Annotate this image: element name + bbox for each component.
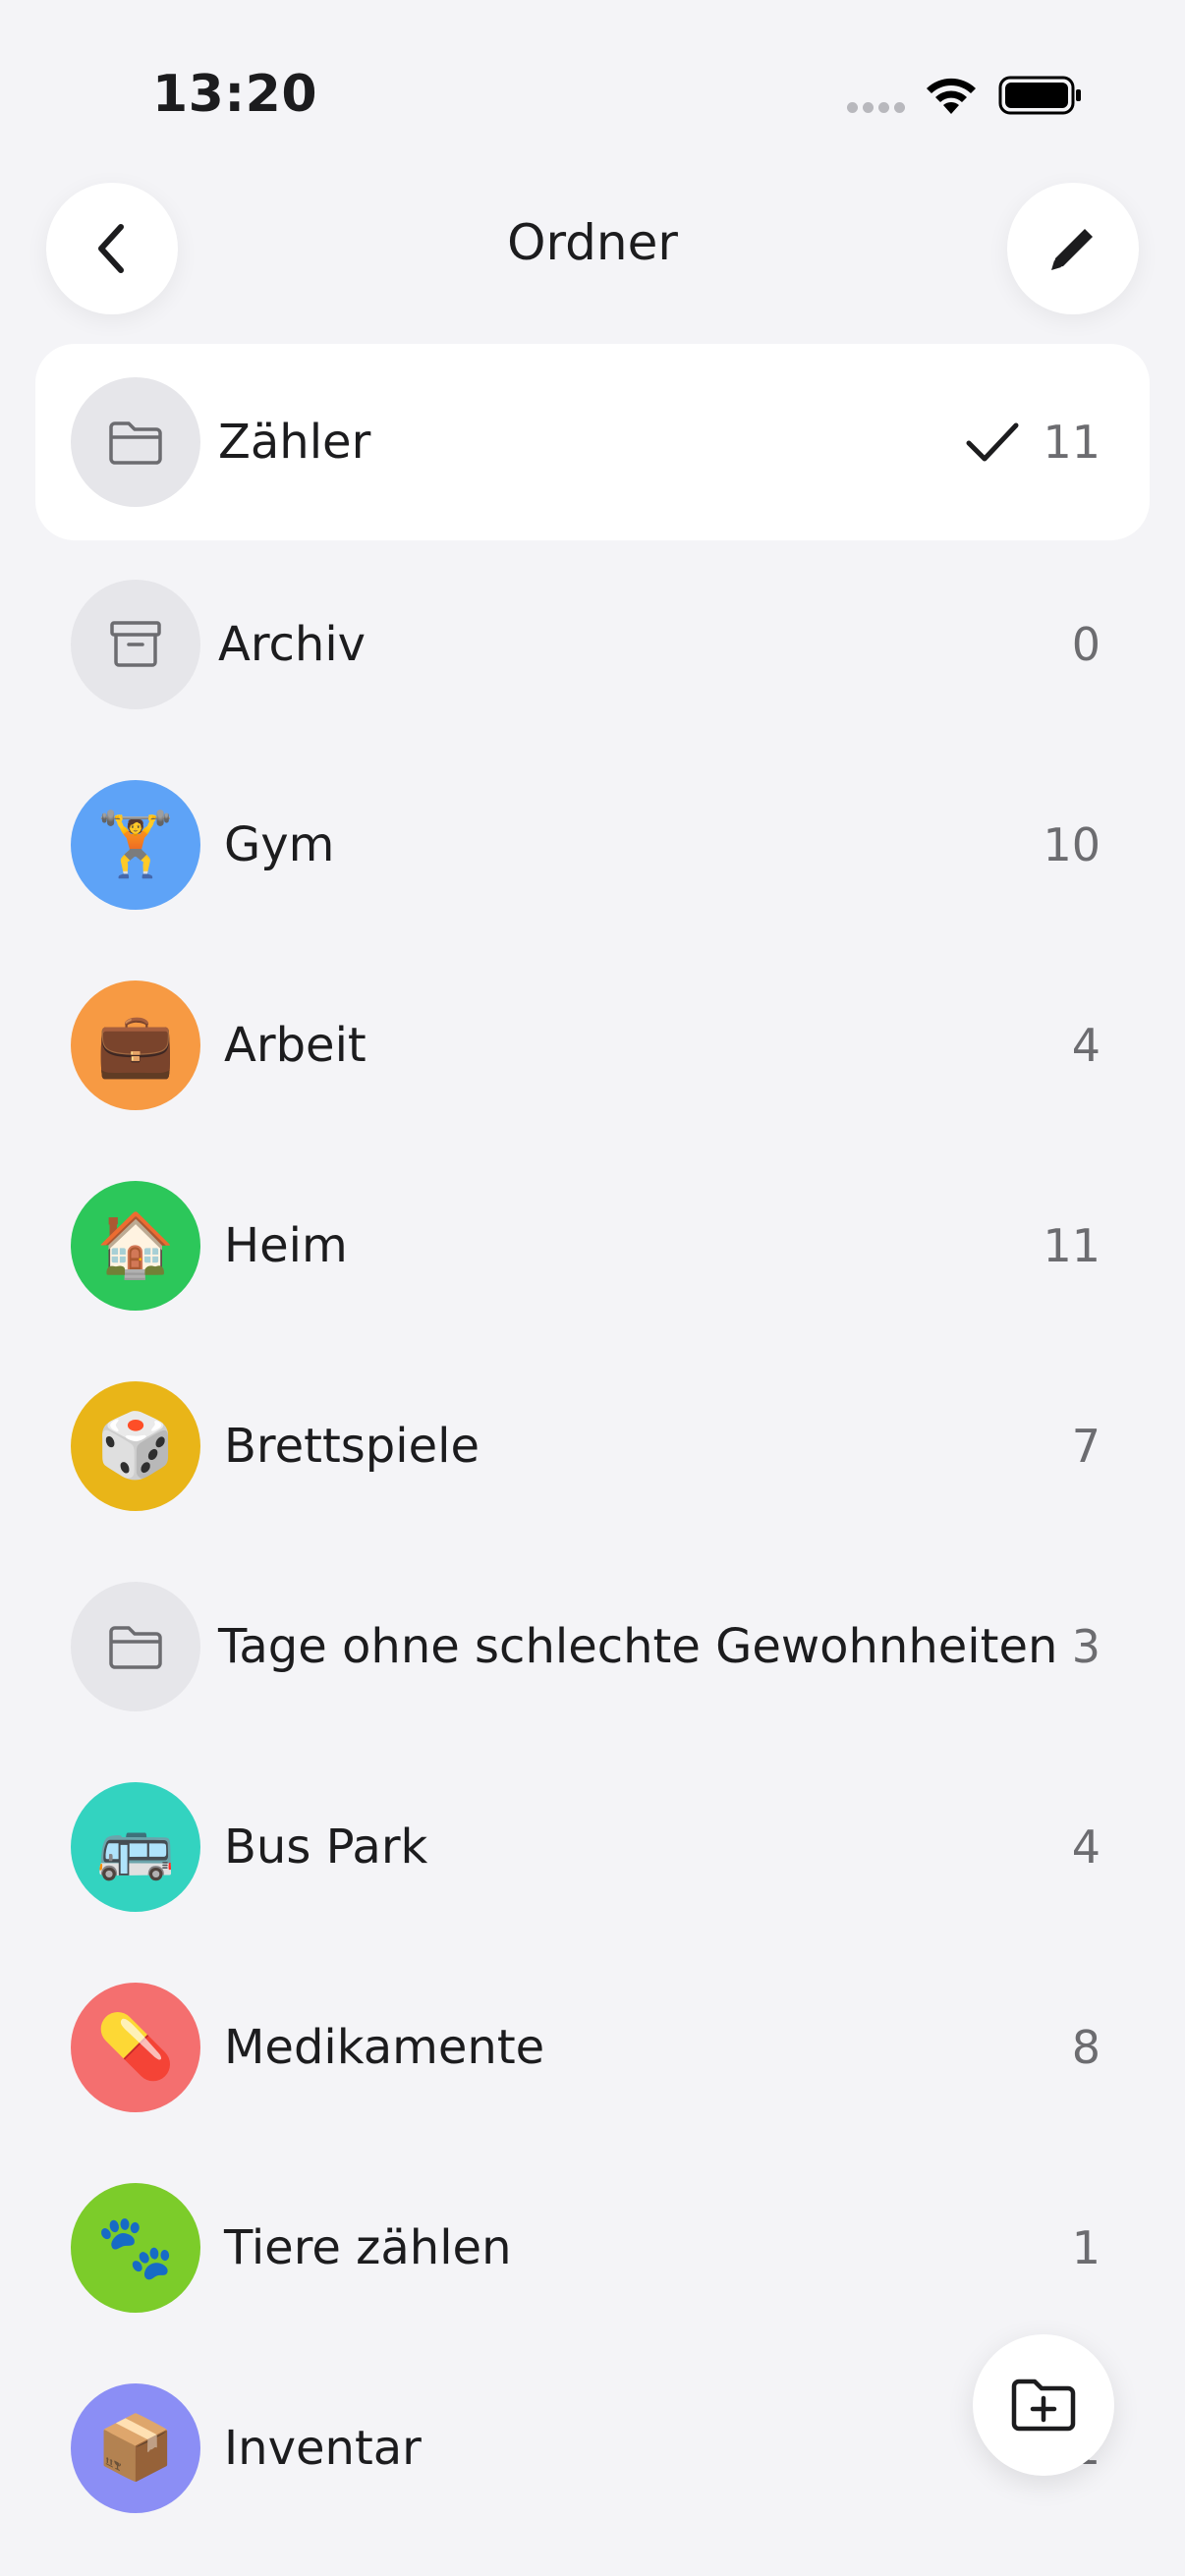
- status-bar: 13:20: [0, 0, 1185, 187]
- status-time: 13:20: [152, 65, 318, 124]
- folder-row-zaehler[interactable]: Zähler 11: [35, 344, 1150, 540]
- folder-count: 11: [1043, 416, 1100, 469]
- folder-count: 1: [1071, 2221, 1100, 2274]
- folder-row-arbeit[interactable]: 💼 Arbeit 4: [35, 945, 1150, 1146]
- archive-icon: [110, 621, 161, 667]
- folder-icon: [109, 421, 162, 465]
- folder-avatar: [71, 580, 200, 709]
- folder-plus-icon: [1011, 2379, 1076, 2432]
- battery-icon: [998, 76, 1081, 115]
- folder-row-gym[interactable]: 🏋️ Gym 10: [35, 745, 1150, 945]
- folder-count: 4: [1071, 1019, 1100, 1072]
- folder-name: Archiv: [218, 617, 367, 672]
- folder-row-bus-park[interactable]: 🚌 Bus Park 4: [35, 1747, 1150, 1947]
- folder-name: Tage ohne schlechte Gewohnheiten: [218, 1619, 1058, 1674]
- folder-avatar: [71, 1582, 200, 1711]
- folder-name: Medikamente: [224, 2020, 545, 2075]
- folder-row-heim[interactable]: 🏠 Heim 11: [35, 1146, 1150, 1346]
- folder-row-medikamente[interactable]: 💊 Medikamente 8: [35, 1947, 1150, 2148]
- paw-prints-icon: 🐾: [71, 2183, 200, 2313]
- folder-name: Zähler: [218, 415, 371, 470]
- folder-name: Inventar: [224, 2421, 422, 2476]
- folder-count: 11: [1043, 1219, 1100, 1272]
- folder-name: Heim: [224, 1218, 348, 1273]
- folder-name: Gym: [224, 817, 335, 872]
- weightlifter-icon: 🏋️: [71, 780, 200, 910]
- folder-name: Brettspiele: [224, 1419, 480, 1474]
- folder-name: Tiere zählen: [224, 2220, 512, 2275]
- briefcase-icon: 💼: [71, 980, 200, 1110]
- bus-icon: 🚌: [71, 1782, 200, 1912]
- add-folder-button[interactable]: [973, 2334, 1114, 2476]
- folder-avatar: [71, 377, 200, 507]
- package-icon: 📦: [71, 2383, 200, 2513]
- folder-name: Bus Park: [224, 1820, 428, 1875]
- cellular-signal-icon: [847, 102, 905, 113]
- folder-count: 3: [1071, 1620, 1100, 1673]
- folder-row-tage-ohne[interactable]: Tage ohne schlechte Gewohnheiten 3: [35, 1546, 1150, 1747]
- checkmark-icon: [966, 422, 1019, 462]
- folder-row-archiv[interactable]: Archiv 0: [35, 544, 1150, 745]
- folder-row-tiere-zaehlen[interactable]: 🐾 Tiere zählen 1: [35, 2148, 1150, 2348]
- folder-icon: [109, 1626, 162, 1669]
- pencil-icon: [1051, 229, 1093, 270]
- folder-count: 0: [1071, 618, 1100, 671]
- house-icon: 🏠: [71, 1181, 200, 1311]
- folder-count: 4: [1071, 1820, 1100, 1874]
- wifi-icon: [927, 78, 976, 114]
- dice-icon: 🎲: [71, 1381, 200, 1511]
- folder-count: 7: [1071, 1420, 1100, 1473]
- folder-name: Arbeit: [224, 1018, 367, 1073]
- pill-icon: 💊: [71, 1983, 200, 2112]
- folder-row-brettspiele[interactable]: 🎲 Brettspiele 7: [35, 1346, 1150, 1546]
- folder-list: Zähler 11 Archiv 0 🏋️ Gym 10 💼 Arbeit 4 …: [35, 344, 1150, 2548]
- edit-button[interactable]: [1007, 183, 1139, 314]
- folder-count: 8: [1071, 2021, 1100, 2074]
- folder-count: 10: [1043, 818, 1100, 871]
